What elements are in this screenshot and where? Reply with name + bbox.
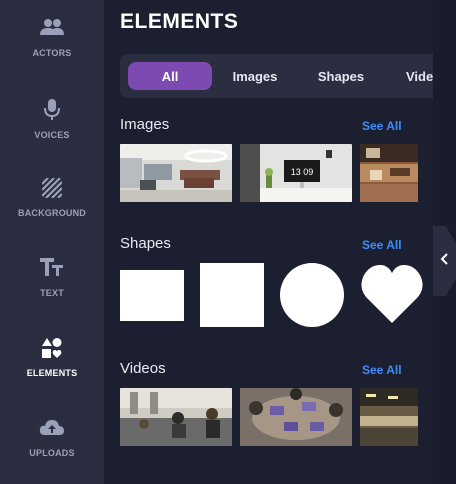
microphone-icon (38, 96, 66, 124)
filter-tabs: All Images Shapes Video (120, 54, 433, 98)
rail-item-background[interactable]: BACKGROUND (0, 164, 104, 234)
elements-icon (38, 334, 66, 362)
shape-circle[interactable] (280, 263, 344, 327)
tab-video[interactable]: Video (392, 62, 433, 90)
rail-item-label: UPLOADS (29, 448, 75, 458)
section-title-images: Images (120, 116, 170, 133)
shape-rectangle[interactable] (120, 270, 184, 321)
rail-item-actors[interactable]: ACTORS (0, 4, 104, 74)
section-title-videos: Videos (120, 360, 166, 377)
image-thumbnail-office[interactable] (120, 144, 232, 202)
text-icon (38, 254, 66, 282)
tab-shapes[interactable]: Shapes (306, 62, 376, 90)
see-all-images-link[interactable]: See All (362, 119, 402, 133)
panel-title: ELEMENTS (120, 10, 239, 33)
rail-item-voices[interactable]: VOICES (0, 86, 104, 156)
elements-panel: ELEMENTS All Images Shapes Video Images … (104, 0, 433, 484)
background-icon (38, 174, 66, 202)
rail-item-elements[interactable]: ELEMENTS (0, 324, 104, 394)
left-rail: ACTORS VOICES BACKGROUND TEXT ELEMENTS U… (0, 0, 104, 484)
rail-item-label: VOICES (34, 130, 70, 140)
upload-cloud-icon (38, 414, 66, 442)
rail-item-text[interactable]: TEXT (0, 244, 104, 314)
section-title-shapes: Shapes (120, 235, 171, 252)
shape-heart[interactable] (360, 263, 424, 327)
shape-square[interactable] (200, 263, 264, 327)
chevron-left-icon (440, 252, 450, 270)
image-thumbnail-desk-clock[interactable]: 13 09 (240, 144, 352, 202)
clock-display-text: 13 09 (291, 167, 314, 177)
see-all-videos-link[interactable]: See All (362, 363, 402, 377)
rail-item-label: ELEMENTS (26, 368, 78, 378)
image-thumbnail-workspace[interactable] (360, 144, 418, 202)
rail-item-label: ACTORS (32, 48, 72, 58)
tab-all[interactable]: All (128, 62, 212, 90)
rail-item-label: BACKGROUND (18, 208, 86, 218)
video-thumbnail-team-table[interactable] (240, 388, 352, 446)
video-thumbnail-office-meeting[interactable] (120, 388, 232, 446)
actors-icon (38, 14, 66, 42)
rail-item-label: TEXT (40, 288, 64, 298)
see-all-shapes-link[interactable]: See All (362, 238, 402, 252)
tab-images[interactable]: Images (220, 62, 290, 90)
rail-item-uploads[interactable]: UPLOADS (0, 404, 104, 474)
video-thumbnail-open-office[interactable] (360, 388, 418, 446)
